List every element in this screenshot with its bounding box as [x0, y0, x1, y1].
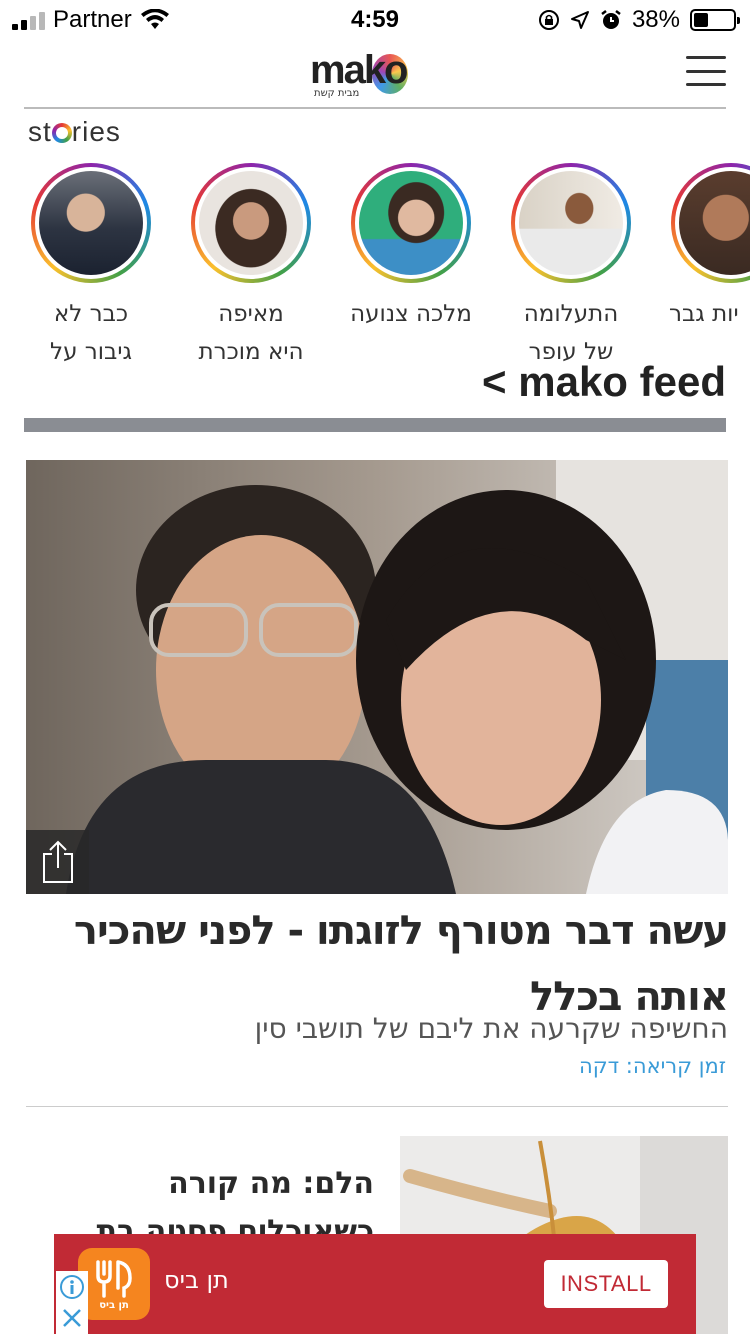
tenbis-logo-icon	[96, 1259, 132, 1298]
battery-percent: 38%	[631, 6, 680, 33]
story-thumbnail	[199, 171, 303, 275]
ad-info-button[interactable]	[56, 1271, 88, 1303]
ad-app-name: תן ביס	[164, 1266, 229, 1294]
read-time: זמן קריאה: דקה	[579, 1054, 726, 1078]
share-button[interactable]	[26, 830, 89, 894]
info-icon	[60, 1275, 84, 1299]
close-icon	[63, 1309, 81, 1327]
feed-heading-text: mako feed	[518, 358, 726, 398]
story-label: התעלומה של עופר	[523, 301, 619, 365]
alarm-icon	[601, 10, 621, 29]
story-item[interactable]: מאיפה היא מוכרת	[171, 160, 331, 365]
story-label: יות גבר	[669, 301, 739, 327]
status-right: 38%	[538, 6, 740, 34]
hamburger-icon[interactable]	[686, 56, 726, 86]
story-thumbnail	[39, 171, 143, 275]
article-hero-image[interactable]	[26, 460, 728, 894]
story-label: מלכה צנועה	[350, 301, 472, 327]
logo-subtitle: מבית קשת	[314, 88, 360, 99]
feed-heading[interactable]: < mako feed	[482, 358, 726, 398]
ad-icon-caption: תן ביס	[99, 1299, 129, 1311]
story-item[interactable]: התעלומה של עופר	[491, 160, 651, 365]
mako-logo[interactable]: mako מבית קשת	[310, 48, 442, 100]
story-label: כבר לא גיבור על	[50, 301, 132, 365]
story-thumbnail	[519, 171, 623, 275]
header-divider	[24, 107, 726, 109]
chevron-left-icon: <	[482, 358, 507, 398]
site-header: mako מבית קשת	[0, 40, 750, 108]
install-button[interactable]: INSTALL	[544, 1260, 668, 1308]
article-subhead: החשיפה שקרעה את ליבם של תושבי סין	[254, 1012, 728, 1045]
story-item[interactable]: כבר לא גיבור על	[11, 160, 171, 365]
ad-close-button[interactable]	[56, 1302, 88, 1334]
article-headline[interactable]: עשה דבר מטורף לזוגתו - לפני שהכיר אותה ב…	[28, 898, 729, 1030]
story-thumbnail	[359, 171, 463, 275]
story-item[interactable]: יות גבר	[651, 160, 750, 333]
article-divider	[26, 1106, 728, 1107]
orientation-lock-icon	[538, 10, 559, 30]
feed-divider-bar	[24, 418, 726, 432]
hero-photo-illustration	[26, 460, 728, 894]
stories-carousel[interactable]: כבר לא גיבור על מאיפה היא מוכרת מלכה צנועה…	[0, 160, 750, 365]
battery-icon	[690, 9, 740, 31]
stories-logo-ring-icon	[51, 123, 72, 143]
status-bar: Partner 4:59 38%	[0, 0, 750, 40]
location-icon	[570, 11, 589, 29]
story-thumbnail	[679, 171, 750, 275]
stories-title: st ries	[28, 116, 121, 147]
ad-banner[interactable]: תן ביס תן ביס INSTALL	[54, 1234, 696, 1334]
share-icon	[42, 840, 73, 883]
story-item[interactable]: מלכה צנועה	[331, 160, 491, 333]
ad-app-icon: תן ביס	[78, 1248, 150, 1320]
logo-text: mako	[310, 48, 408, 92]
story-label: מאיפה היא מוכרת	[198, 301, 304, 365]
